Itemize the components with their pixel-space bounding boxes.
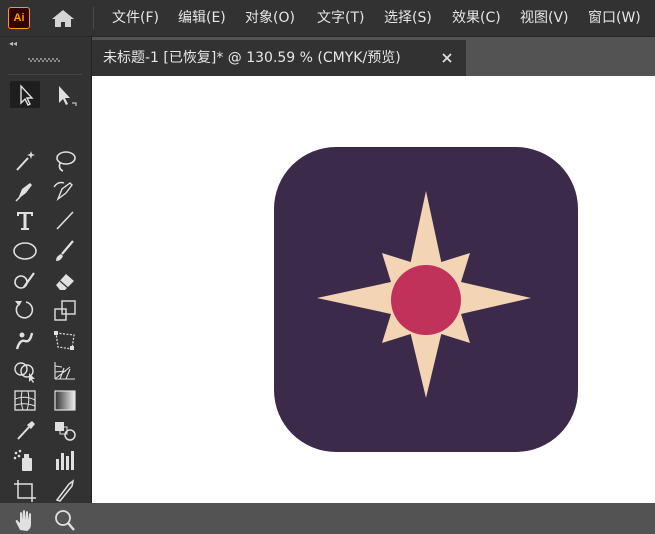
illustrator-logo: Ai: [8, 7, 30, 29]
artboard-canvas[interactable]: [92, 76, 655, 503]
document-tab-bar: 未标题-1 [已恢复]* @ 130.59 % (CMYK/预览): [92, 37, 655, 76]
ellipse-tool-icon[interactable]: [10, 237, 40, 264]
selection-tool-icon[interactable]: [10, 81, 40, 108]
gradient-tool-icon[interactable]: [50, 387, 80, 414]
scale-tool-icon[interactable]: [50, 297, 80, 324]
menu-window[interactable]: 窗口(W): [588, 0, 641, 36]
menu-type[interactable]: 文字(T): [317, 0, 364, 36]
menu-edit[interactable]: 编辑(E): [178, 0, 226, 36]
perspective-grid-tool-icon[interactable]: [50, 357, 80, 384]
eraser-tool-icon[interactable]: [50, 267, 80, 294]
panel-grip-icon[interactable]: [28, 58, 60, 62]
menu-select[interactable]: 选择(S): [384, 0, 432, 36]
type-tool-icon[interactable]: [10, 207, 40, 234]
home-icon[interactable]: [50, 8, 76, 28]
paintbrush-tool-icon[interactable]: [50, 237, 80, 264]
document-tab[interactable]: 未标题-1 [已恢复]* @ 130.59 % (CMYK/预览): [92, 40, 466, 76]
puppet-warp-tool-icon[interactable]: [10, 327, 40, 354]
tools-panel: ◂◂: [0, 37, 92, 531]
menu-effect[interactable]: 效果(C): [452, 0, 501, 36]
pen-tool-icon[interactable]: [10, 177, 40, 204]
free-transform-tool-icon[interactable]: [50, 327, 80, 354]
symbol-sprayer-tool-icon[interactable]: [10, 447, 40, 474]
menu-view[interactable]: 视图(V): [520, 0, 569, 36]
shaper-tool-icon[interactable]: [10, 267, 40, 294]
menu-object[interactable]: 对象(O): [245, 0, 295, 36]
slice-tool-icon[interactable]: [50, 477, 80, 504]
line-segment-tool-icon[interactable]: [50, 207, 80, 234]
document-tab-title: 未标题-1 [已恢复]* @ 130.59 % (CMYK/预览): [103, 50, 401, 66]
lasso-tool-icon[interactable]: [50, 147, 80, 174]
artboard-tool-icon[interactable]: [10, 477, 40, 504]
zoom-tool-icon[interactable]: [50, 507, 80, 534]
direct-selection-tool-icon[interactable]: [50, 81, 80, 108]
magic-wand-tool-icon[interactable]: [10, 147, 40, 174]
toolbar-divider: [8, 74, 82, 75]
menu-file[interactable]: 文件(F): [112, 0, 159, 36]
eyedropper-tool-icon[interactable]: [10, 417, 40, 444]
collapse-panel-icon[interactable]: ◂◂: [9, 40, 17, 48]
rotate-tool-icon[interactable]: [10, 297, 40, 324]
hand-tool-icon[interactable]: [10, 507, 40, 534]
menu-bar: Ai 文件(F) 编辑(E) 对象(O) 文字(T) 选择(S) 效果(C) 视…: [0, 0, 655, 37]
menu-separator: [93, 7, 94, 29]
center-circle-shape: [391, 265, 461, 335]
close-icon[interactable]: [440, 51, 454, 65]
compass-icon-artwork[interactable]: [274, 147, 578, 452]
curvature-tool-icon[interactable]: [50, 177, 80, 204]
blend-tool-icon[interactable]: [50, 417, 80, 444]
shape-builder-tool-icon[interactable]: [10, 357, 40, 384]
mesh-tool-icon[interactable]: [10, 387, 40, 414]
column-graph-tool-icon[interactable]: [50, 447, 80, 474]
